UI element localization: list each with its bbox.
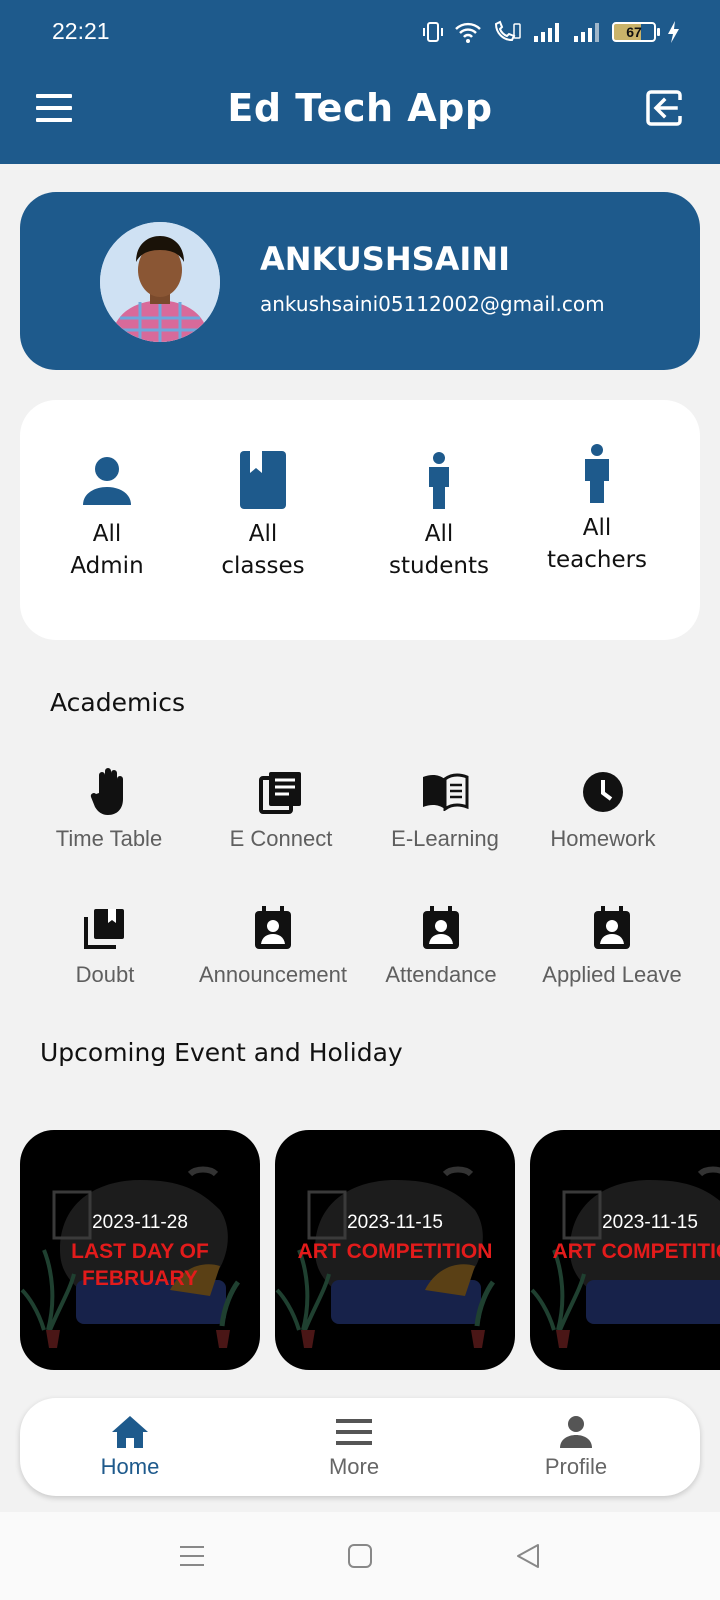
e-learning-button[interactable]: E-Learning — [360, 764, 530, 852]
time-table-button[interactable]: Time Table — [24, 764, 194, 852]
clock-icon — [518, 764, 688, 820]
profile-email: ankushsaini05112002@gmail.com — [260, 292, 605, 316]
announcement-label: Announcement — [199, 962, 347, 987]
avatar-image — [100, 222, 220, 342]
homework-label: Homework — [550, 826, 656, 851]
all-teachers-button[interactable]: All teachers — [522, 442, 672, 576]
event-card[interactable]: 2023-11-15 ART COMPETITION — [530, 1130, 720, 1370]
doubt-button[interactable]: Doubt — [20, 900, 190, 988]
event-date: 2023-11-15 — [602, 1212, 698, 1233]
event-date: 2023-11-28 — [92, 1212, 188, 1233]
signal-2-icon — [574, 23, 599, 42]
event-title: LAST DAY OF FEBRUARY — [71, 1240, 209, 1290]
all-students-label: All students — [389, 521, 489, 579]
vibrate-icon — [423, 22, 443, 42]
applied-leave-label: Applied Leave — [542, 962, 682, 987]
contact-calendar-icon — [188, 900, 358, 956]
app-bar: Ed Tech App — [0, 64, 720, 164]
signal-1-icon — [534, 23, 559, 42]
homework-button[interactable]: Homework — [518, 764, 688, 852]
library-books-icon — [20, 900, 190, 956]
event-date: 2023-11-15 — [347, 1212, 443, 1233]
bottom-nav: Home More Profile — [20, 1398, 700, 1496]
profile-card[interactable]: ANKUSHSAINI ankushsaini05112002@gmail.co… — [20, 192, 700, 370]
applied-leave-button[interactable]: Applied Leave — [522, 900, 702, 988]
academics-title: Academics — [50, 688, 186, 717]
person-icon — [496, 1412, 656, 1452]
e-connect-button[interactable]: E Connect — [196, 764, 366, 852]
time-table-label: Time Table — [55, 826, 163, 851]
menu-icon — [274, 1412, 434, 1452]
back-icon[interactable] — [514, 1542, 542, 1570]
teacher-icon — [522, 442, 672, 506]
attendance-label: Attendance — [385, 962, 497, 987]
logout-button[interactable] — [644, 88, 684, 128]
battery-icon: 67 — [612, 22, 660, 42]
nav-profile-label: Profile — [544, 1454, 608, 1479]
all-classes-button[interactable]: All classes — [188, 448, 338, 582]
recents-icon[interactable] — [178, 1542, 206, 1570]
events-carousel[interactable]: 2023-11-28 LAST DAY OF FEBRUARY 2023-11-… — [20, 1130, 720, 1370]
app-title: Ed Tech App — [227, 86, 493, 130]
status-time: 22:21 — [52, 18, 110, 44]
article-icon — [196, 764, 366, 820]
all-students-button[interactable]: All students — [364, 448, 514, 582]
status-bar: 22:21 67 — [0, 0, 720, 64]
person-icon — [32, 448, 182, 512]
nav-more[interactable]: More — [274, 1412, 434, 1480]
event-card[interactable]: 2023-11-15 ART COMPETITION — [275, 1130, 515, 1370]
event-title: ART COMPETITION — [552, 1240, 720, 1263]
contact-calendar-icon — [356, 900, 526, 956]
home-icon — [50, 1412, 210, 1452]
event-title: ART COMPETITION — [297, 1240, 493, 1263]
doubt-label: Doubt — [75, 962, 135, 987]
nav-home-label: Home — [100, 1454, 160, 1479]
charging-icon — [668, 21, 679, 43]
events-title: Upcoming Event and Holiday — [40, 1038, 403, 1067]
nav-profile[interactable]: Profile — [496, 1412, 656, 1480]
nav-more-label: More — [328, 1454, 380, 1479]
profile-name: ANKUSHSAINI — [260, 240, 510, 278]
hand-icon — [24, 764, 194, 820]
nav-home[interactable]: Home — [50, 1412, 210, 1480]
attendance-button[interactable]: Attendance — [356, 900, 526, 988]
student-icon — [364, 448, 514, 512]
wifi-icon — [455, 22, 481, 43]
all-admin-label: All Admin — [70, 521, 144, 579]
e-connect-label: E Connect — [229, 826, 333, 851]
home-nav-icon[interactable] — [346, 1542, 374, 1570]
all-teachers-label: All teachers — [546, 515, 648, 573]
status-icons: 67 — [422, 18, 680, 46]
announcement-button[interactable]: Announcement — [188, 900, 358, 988]
e-learning-label: E-Learning — [391, 826, 499, 851]
quick-links-card: All Admin All classes All students All teach… — [20, 400, 700, 640]
logout-icon — [646, 90, 682, 126]
all-classes-label: All classes — [221, 521, 305, 579]
system-nav-bar — [0, 1512, 720, 1600]
avatar — [100, 222, 220, 342]
all-admin-button[interactable]: All Admin — [32, 448, 182, 582]
event-card[interactable]: 2023-11-28 LAST DAY OF FEBRUARY — [20, 1130, 260, 1370]
contact-calendar-icon — [522, 900, 702, 956]
book-icon — [188, 448, 338, 512]
volte-call-icon — [494, 20, 521, 42]
open-book-icon — [360, 764, 530, 820]
